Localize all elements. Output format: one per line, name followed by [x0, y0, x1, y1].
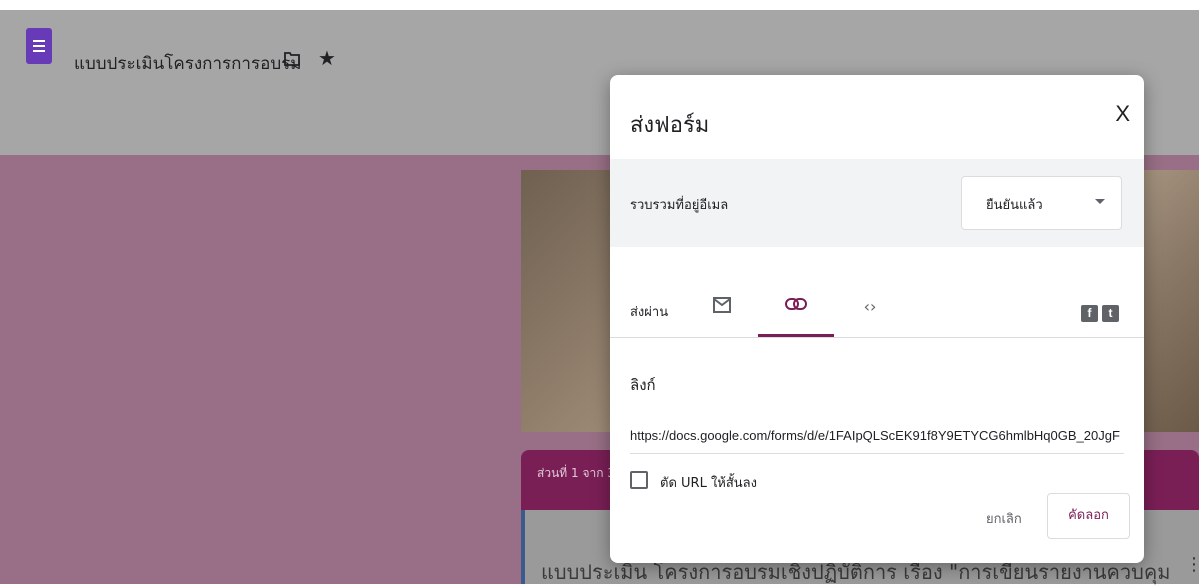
collect-email-row: รวบรวมที่อยู่อีเมล ยืนยันแล้ว [610, 159, 1144, 247]
link-icon [785, 298, 807, 310]
forms-logo-icon[interactable] [26, 28, 52, 64]
twitter-icon[interactable]: t [1102, 305, 1119, 322]
cancel-button[interactable]: ยกเลิก [986, 508, 1022, 529]
tab-email[interactable] [706, 291, 738, 337]
dropdown-arrow-icon [1095, 199, 1105, 204]
shorten-url-checkbox[interactable] [630, 471, 648, 489]
facebook-icon[interactable]: f [1081, 305, 1098, 322]
code-icon: ‹› [863, 297, 877, 316]
shorten-url-label[interactable]: ตัด URL ให้สั้นลง [660, 472, 757, 493]
collect-email-label: รวบรวมที่อยู่อีเมล [630, 198, 729, 213]
copy-button[interactable]: คัดลอก [1047, 493, 1130, 539]
tab-embed[interactable]: ‹› [854, 291, 886, 337]
send-via-label: ส่งผ่าน [630, 305, 669, 320]
dialog-title: ส่งฟอร์ม [630, 113, 710, 138]
collect-email-value: ยืนยันแล้ว [986, 198, 1043, 213]
send-form-dialog: ส่งฟอร์ม X รวบรวมที่อยู่อีเมล ยืนยันแล้ว… [610, 75, 1144, 563]
link-url-value: https://docs.google.com/forms/d/e/1FAIpQ… [630, 428, 1120, 443]
link-heading: ลิงก์ [630, 376, 656, 394]
close-icon[interactable]: X [1115, 101, 1130, 127]
link-url-field[interactable]: https://docs.google.com/forms/d/e/1FAIpQ… [630, 425, 1124, 454]
star-icon[interactable]: ★ [318, 48, 336, 68]
collect-email-select[interactable]: ยืนยันแล้ว [961, 176, 1122, 230]
section-label: ส่วนที่ 1 จาก 3 [537, 466, 615, 480]
tab-link[interactable] [758, 291, 834, 337]
active-tab-indicator [758, 334, 834, 337]
more-vert-icon[interactable]: ⋮ [1185, 554, 1199, 575]
mail-icon [713, 297, 731, 313]
form-title[interactable]: แบบประเมินโครงการการอบรม [74, 50, 301, 77]
send-via-row: ส่งผ่าน ‹› f t [610, 247, 1144, 338]
folder-icon[interactable] [284, 52, 300, 66]
